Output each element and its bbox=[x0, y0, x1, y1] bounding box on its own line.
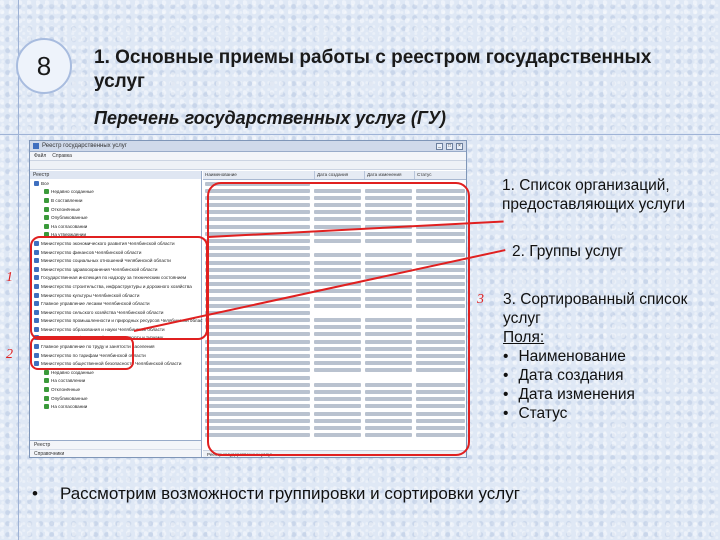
tree-item-label: Опубликованные bbox=[51, 395, 88, 401]
callout-text-2: 2. Группы услуг bbox=[512, 243, 623, 260]
tree-item-label: Недавно созданные bbox=[51, 369, 94, 375]
callout-number-3: 3 bbox=[477, 292, 484, 307]
callout-text-1: 1. Список организаций, предоставляющих у… bbox=[502, 177, 686, 213]
column-modified[interactable]: Дата изменения bbox=[365, 171, 415, 179]
tree-item-label: На составлении bbox=[51, 378, 86, 384]
tree-item-label: На согласовании bbox=[51, 404, 88, 410]
folder-icon bbox=[44, 387, 49, 393]
nav-registry[interactable]: Реестр bbox=[30, 441, 201, 450]
folder-icon bbox=[44, 215, 49, 221]
menu-help[interactable]: Справка bbox=[52, 153, 72, 159]
highlight-organizations bbox=[30, 236, 208, 340]
slide-subtitle: Перечень государственных услуг (ГУ) bbox=[94, 108, 447, 128]
tree-subitem[interactable]: Опубликованные bbox=[30, 394, 201, 403]
tree-subitem[interactable]: На согласовании bbox=[30, 402, 201, 411]
slide-number-circle: 8 bbox=[16, 38, 72, 94]
field-item: • Дата изменения bbox=[503, 386, 635, 403]
callout-number-1: 1 bbox=[6, 270, 13, 285]
callout-text-3: 3. Сортированный список услуг bbox=[503, 291, 688, 327]
tree-subitem[interactable]: Отклонённые bbox=[30, 385, 201, 394]
tree-item[interactable]: Опубликованные bbox=[30, 213, 201, 222]
field-item: • Наименование bbox=[503, 348, 626, 365]
decor-horizontal-line bbox=[0, 134, 720, 135]
tree-item-label: В составлении bbox=[51, 197, 83, 203]
tree-header: Реестр bbox=[30, 171, 201, 179]
nav-pane: Реестр Справочники bbox=[30, 440, 201, 457]
window-titlebar: Реестр государственных услуг _ □ × bbox=[30, 141, 466, 152]
folder-icon bbox=[34, 180, 39, 186]
column-status[interactable]: Статус bbox=[415, 171, 466, 179]
maximize-icon[interactable]: □ bbox=[446, 142, 453, 150]
minimize-icon[interactable]: _ bbox=[436, 142, 443, 150]
tree-subitem[interactable]: На составлении bbox=[30, 377, 201, 386]
footer: • Рассмотрим возможности группировки и с… bbox=[32, 484, 520, 504]
folder-icon bbox=[44, 223, 49, 229]
tree-item-label: Недавно созданные bbox=[51, 189, 94, 195]
folder-icon bbox=[44, 197, 49, 203]
menu-file[interactable]: Файл bbox=[34, 153, 46, 159]
footer-bullet: • bbox=[32, 484, 38, 503]
folder-icon bbox=[44, 206, 49, 212]
folder-icon bbox=[44, 189, 49, 195]
field-item: • Дата создания bbox=[503, 367, 624, 384]
field-item: • Статус bbox=[503, 405, 568, 422]
tree-item[interactable]: Все bbox=[30, 179, 201, 188]
fields-label: Поля: bbox=[503, 329, 545, 346]
nav-directories[interactable]: Справочники bbox=[30, 450, 201, 457]
highlight-groups bbox=[30, 336, 134, 370]
folder-icon bbox=[44, 404, 49, 410]
close-icon[interactable]: × bbox=[456, 142, 463, 150]
toolbar bbox=[30, 161, 466, 170]
slide-title: 1. Основные приемы работы с реестром гос… bbox=[94, 47, 652, 92]
tree-item[interactable]: Недавно созданные bbox=[30, 188, 201, 197]
window-title: Реестр государственных услуг bbox=[42, 143, 127, 149]
column-name[interactable]: Наименование bbox=[203, 171, 315, 179]
tree-item-label: Все bbox=[41, 180, 49, 186]
callout-text-3-block: 3. Сортированный список услуг Поля: • Наи… bbox=[503, 290, 693, 423]
tree-item[interactable]: Отклонённые bbox=[30, 205, 201, 214]
tree-item[interactable]: На согласовании bbox=[30, 222, 201, 231]
slide-number: 8 bbox=[36, 50, 52, 81]
folder-icon bbox=[44, 395, 49, 401]
tree-item-label: Отклонённые bbox=[51, 206, 81, 212]
menu-bar: Файл Справка bbox=[30, 152, 466, 161]
folder-icon bbox=[44, 369, 49, 375]
callout-number-2: 2 bbox=[6, 347, 13, 362]
app-icon bbox=[33, 143, 39, 149]
tree-item-label: На согласовании bbox=[51, 223, 88, 229]
tree-item-label: Отклонённые bbox=[51, 387, 81, 393]
decor-vertical-line bbox=[18, 0, 19, 540]
highlight-services bbox=[207, 182, 470, 456]
footer-text: Рассмотрим возможности группировки и сор… bbox=[59, 484, 520, 503]
column-headers: Наименование Дата создания Дата изменени… bbox=[203, 171, 466, 180]
tree-item[interactable]: В составлении bbox=[30, 196, 201, 205]
folder-icon bbox=[44, 378, 49, 384]
column-created[interactable]: Дата создания bbox=[315, 171, 365, 179]
tree-item-label: Опубликованные bbox=[51, 215, 88, 221]
